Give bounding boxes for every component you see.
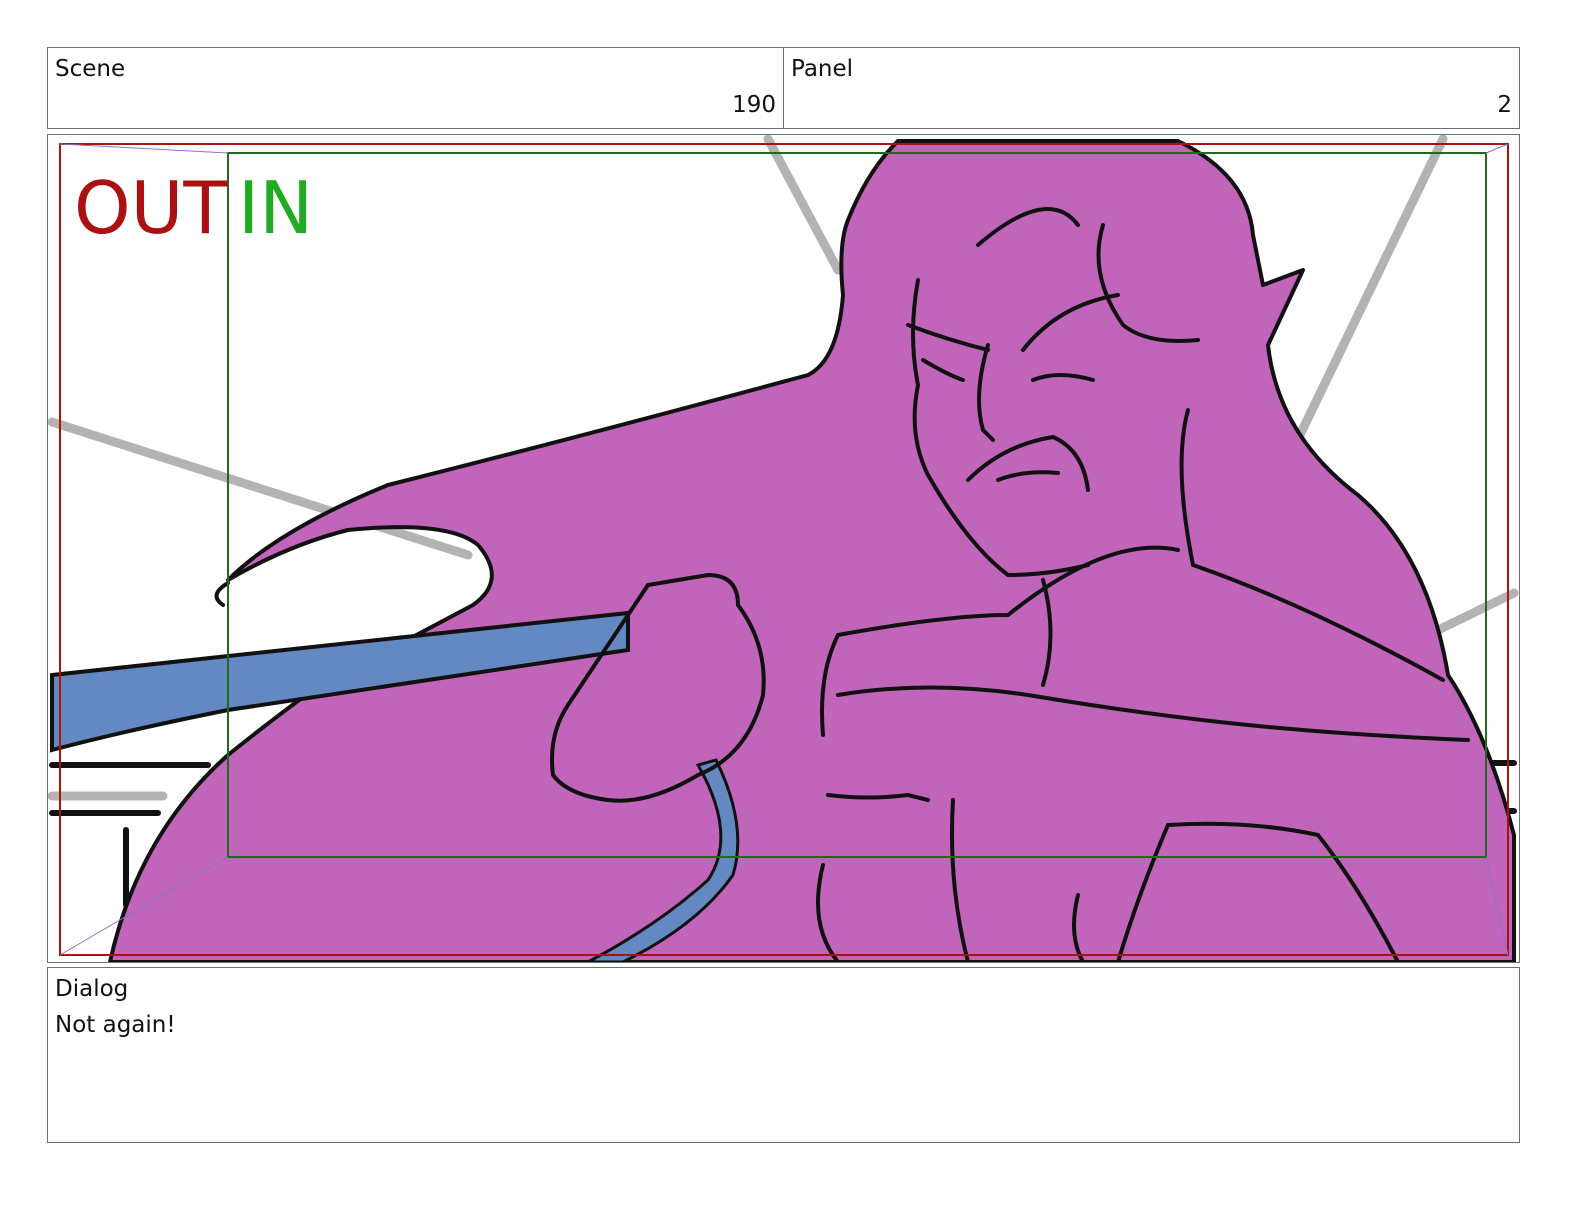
scene-label: Scene xyxy=(55,56,126,82)
panel-field: Panel 2 xyxy=(783,47,1520,129)
storyboard-frame: OUT IN xyxy=(47,134,1520,963)
panel-number: 2 xyxy=(1497,92,1512,118)
scene-field: Scene 190 xyxy=(47,47,784,129)
in-label: IN xyxy=(238,166,313,250)
scene-number: 190 xyxy=(732,92,776,118)
dialog-label: Dialog xyxy=(55,976,129,1002)
dialog-field: Dialog Not again! xyxy=(47,967,1520,1143)
sketch-canvas: OUT IN xyxy=(48,135,1519,962)
dialog-text: Not again! xyxy=(55,1012,176,1038)
out-label: OUT xyxy=(74,166,228,250)
character-silhouette xyxy=(108,139,1516,962)
panel-label: Panel xyxy=(791,56,854,82)
